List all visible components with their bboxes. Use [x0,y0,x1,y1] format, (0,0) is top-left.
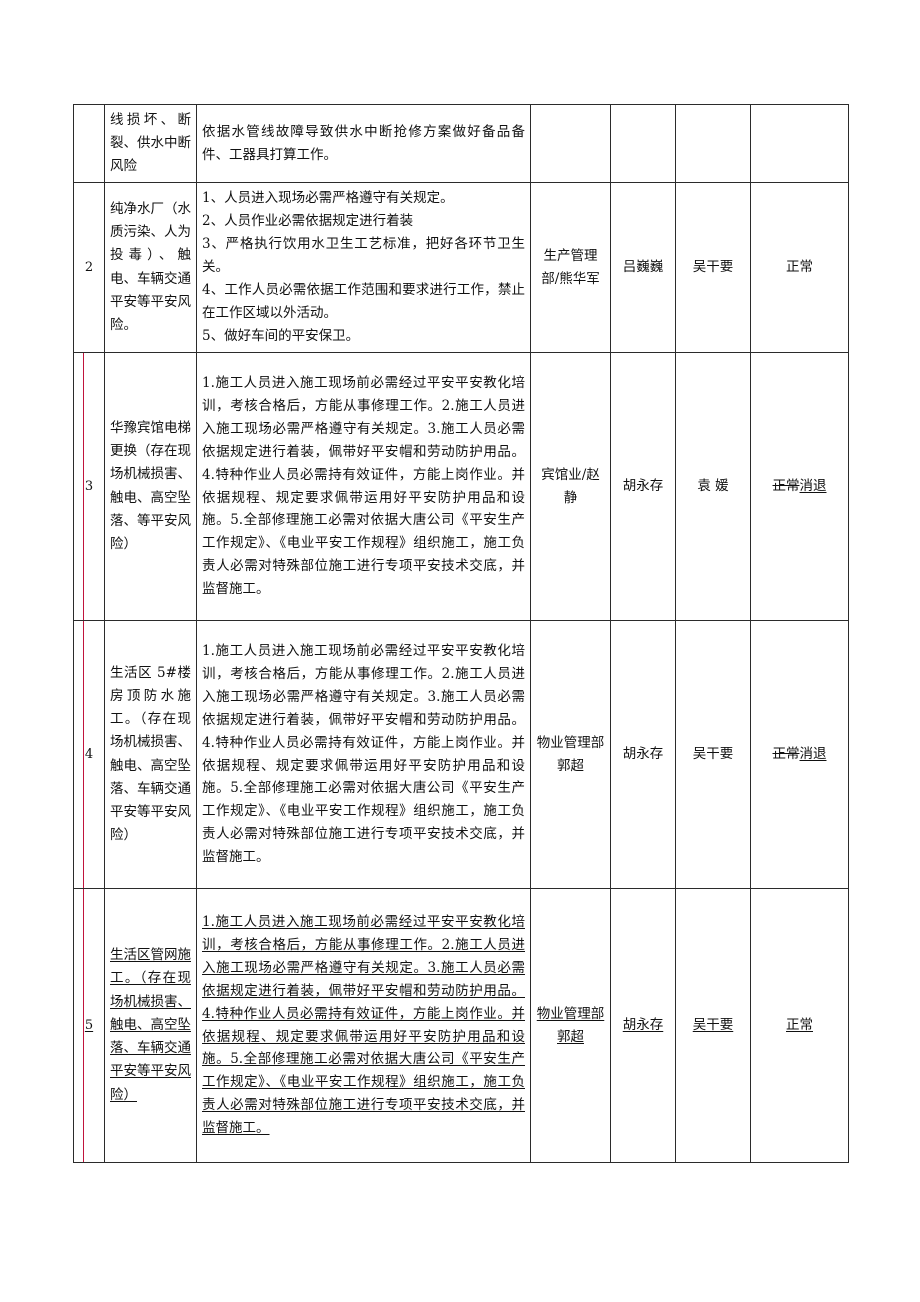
cell-supervisor: 胡永存 [610,352,676,621]
hazard-text: 生活区管网施工。（存在现场机械损害、触电、高空坠落、车辆交通平安等平安风险） [110,947,191,1103]
cell-measure: 1.施工人员进入施工现场前必需经过平安平安教化培训，考核合格后，方能从事修理工作… [196,352,531,621]
cell-measure: 1、人员进入现场必需严格遵守有关规定。 2、人员作业必需依据规定进行着装 3、严… [196,182,531,353]
hazard-text: 生活区 5#楼房顶防水施工。（存在现场机械损害、触电、高空坠落、车辆交通平安等平… [110,664,191,844]
cell-hazard: 生活区 5#楼房顶防水施工。（存在现场机械损害、触电、高空坠落、车辆交通平安等平… [104,620,197,889]
cell-row-number: 5 [73,888,105,1163]
cell-row-number: 2 [73,182,105,353]
cell-status [750,104,849,183]
cell-status: 正常消退 [750,352,849,621]
cell-supervisor: 胡永存 [610,888,676,1163]
document-page: 线损坏、断裂、供水中断风险 依据水管线故障导致供水中断抢修方案做好备品备件、工器… [0,0,920,1302]
cell-hazard: 华豫宾馆电梯更换（存在现场机械损害、触电、高空坠落、等平安风险） [104,352,197,621]
cell-department: 宾馆业/赵静 [530,352,611,621]
status-inserted-text: 消退 [799,745,827,762]
table-row: 5 生活区管网施工。（存在现场机械损害、触电、高空坠落、车辆交通平安等平安风险）… [73,888,849,1163]
cell-department: 生产管理部/熊华军 [530,182,611,353]
cell-reviewer: 吴干要 [675,888,751,1163]
cell-row-number: 4 [73,620,105,889]
cell-department: 物业管理部郭超 [530,620,611,889]
cell-reviewer: 吴干要 [675,182,751,353]
cell-hazard: 纯净水厂（水质污染、人为投毒）、触电、车辆交通平安等平安风险。 [104,182,197,353]
cell-hazard: 线损坏、断裂、供水中断风险 [104,104,197,183]
hazard-text: 纯净水厂（水质污染、人为投毒）、触电、车辆交通平安等平安风险。 [110,200,191,333]
cell-status: 正常 [750,888,849,1163]
status-deleted-text: 正常 [772,477,800,494]
status-inserted-text: 消退 [799,477,827,494]
cell-reviewer: 袁 媛 [675,352,751,621]
cell-status: 正常 [750,182,849,353]
status-deleted-text: 正常 [772,745,800,762]
risk-register-table: 线损坏、断裂、供水中断风险 依据水管线故障导致供水中断抢修方案做好备品备件、工器… [73,104,849,1163]
cell-supervisor [610,104,676,183]
cell-measure: 1.施工人员进入施工现场前必需经过平安平安教化培训，考核合格后，方能从事修理工作… [196,620,531,889]
cell-measure: 依据水管线故障导致供水中断抢修方案做好备品备件、工器具打算工作。 [196,104,531,183]
cell-row-number [73,104,105,183]
cell-reviewer: 吴干要 [675,620,751,889]
table-row: 4 生活区 5#楼房顶防水施工。（存在现场机械损害、触电、高空坠落、车辆交通平安… [73,620,849,889]
cell-status: 正常消退 [750,620,849,889]
table-row: 3 华豫宾馆电梯更换（存在现场机械损害、触电、高空坠落、等平安风险） 1.施工人… [73,352,849,621]
table-row: 2 纯净水厂（水质污染、人为投毒）、触电、车辆交通平安等平安风险。 1、人员进入… [73,182,849,353]
cell-measure: 1.施工人员进入施工现场前必需经过平安平安教化培训，考核合格后，方能从事修理工作… [196,888,531,1163]
cell-row-number: 3 [73,352,105,621]
table-row: 线损坏、断裂、供水中断风险 依据水管线故障导致供水中断抢修方案做好备品备件、工器… [73,104,849,183]
cell-department: 物业管理部郭超 [530,888,611,1163]
cell-hazard: 生活区管网施工。（存在现场机械损害、触电、高空坠落、车辆交通平安等平安风险） [104,888,197,1163]
hazard-text: 线损坏、断裂、供水中断风险 [110,111,191,175]
cell-supervisor: 吕巍巍 [610,182,676,353]
cell-supervisor: 胡永存 [610,620,676,889]
hazard-text: 华豫宾馆电梯更换（存在现场机械损害、触电、高空坠落、等平安风险） [110,419,191,552]
cell-reviewer [675,104,751,183]
cell-department [530,104,611,183]
